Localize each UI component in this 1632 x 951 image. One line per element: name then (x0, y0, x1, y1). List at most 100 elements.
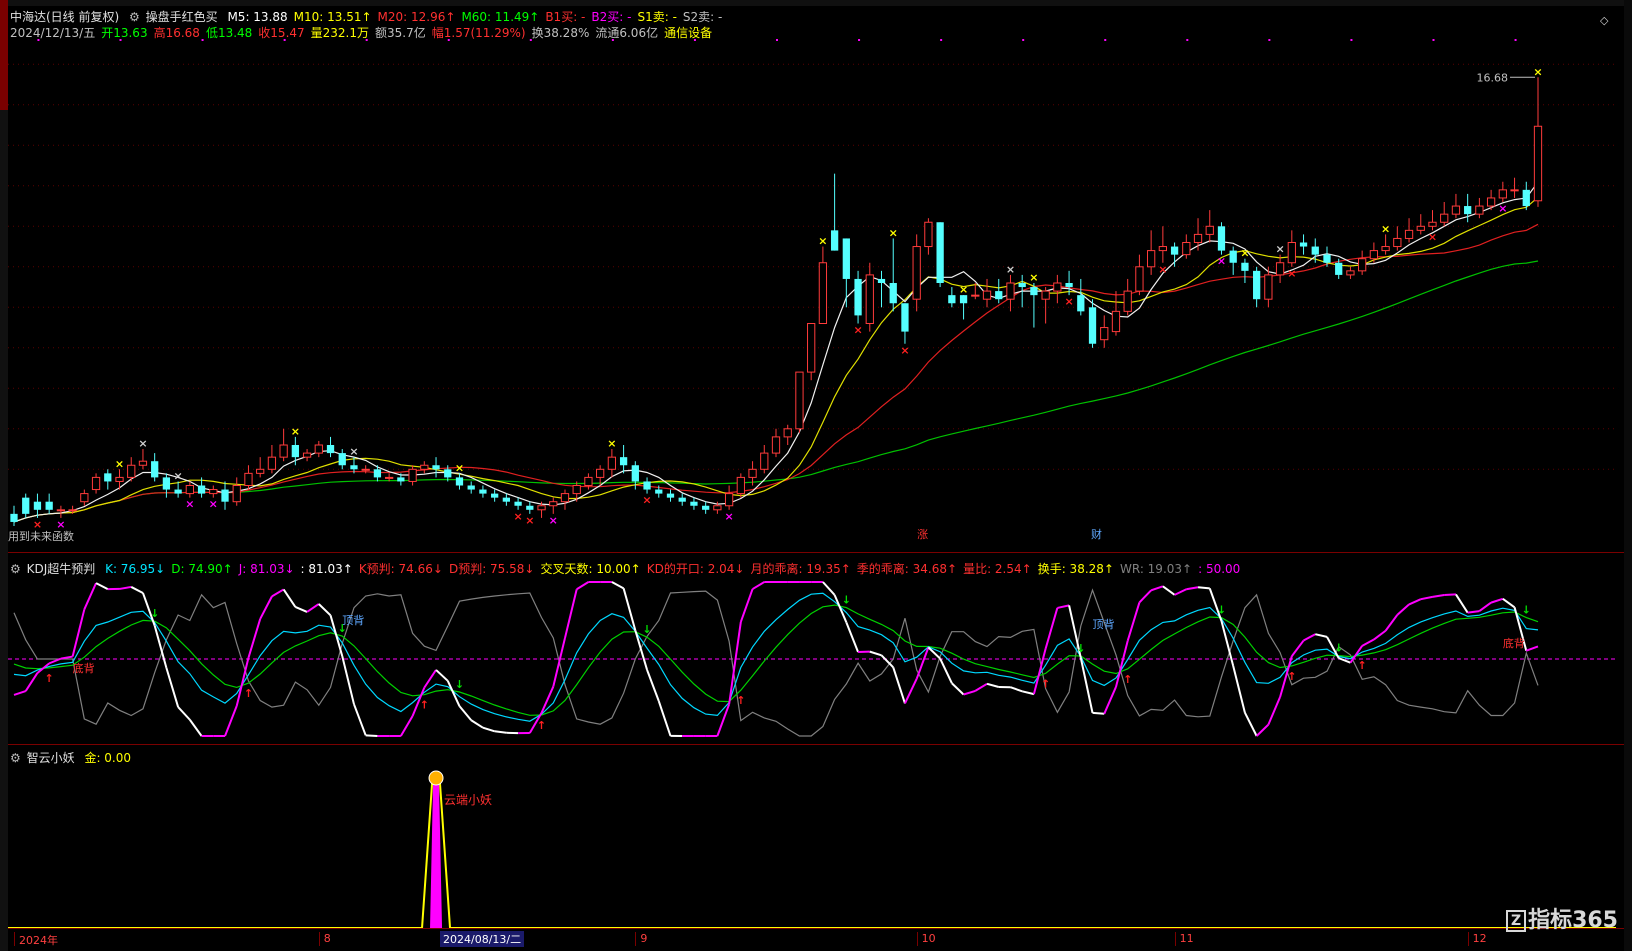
signal-x-icon: × (642, 494, 651, 507)
candle-body (1205, 225, 1214, 235)
kdj-j-segment (1150, 585, 1164, 592)
candle-body (1229, 250, 1237, 263)
zy-panel-name[interactable]: 智云小妖 (27, 751, 75, 765)
candle-body (1123, 290, 1132, 312)
panel-divider (8, 744, 1624, 745)
kdj-j-segment (282, 588, 297, 608)
signal-dot (1022, 39, 1025, 41)
candle-body (115, 476, 124, 482)
kdj-j-segment (494, 730, 507, 734)
candle-body (138, 460, 148, 466)
signal-x-icon: × (1498, 202, 1507, 215)
candle-body (1253, 270, 1261, 300)
kdj-j-segment (306, 603, 320, 613)
zy-chart[interactable]: 云端小妖 (8, 764, 1624, 934)
candle-body (420, 464, 429, 470)
candle-body (80, 493, 89, 503)
kdj-j-segment (869, 650, 882, 657)
candle-body (760, 452, 769, 470)
candle-body (1464, 206, 1472, 215)
kdj-j-segment (458, 705, 472, 721)
candle-body (432, 465, 440, 470)
signal-dot (529, 39, 532, 41)
kdj-j-segment (986, 682, 1000, 688)
candle-body (724, 493, 734, 507)
left-tab-active[interactable] (0, 0, 8, 110)
signal-x-icon: × (549, 514, 558, 527)
candle-body (174, 489, 182, 494)
candle-body (1369, 250, 1379, 260)
left-sidebar-strip (0, 0, 8, 951)
kdj-j-segment (1174, 588, 1187, 596)
top-divergence-label: 顶背 (1093, 617, 1115, 631)
kdj-j-segment (119, 585, 132, 590)
kdj-j-segment (95, 582, 109, 590)
signal-dot (201, 39, 204, 41)
candle-body (607, 456, 617, 470)
kdj-j-segment (399, 715, 414, 737)
candle-body (549, 501, 558, 507)
candle-body (619, 457, 628, 466)
future-function-note: 用到未来函数 (8, 530, 74, 543)
candle-body (1381, 246, 1390, 252)
candle-body (1486, 197, 1496, 207)
candlestick-chart[interactable]: ×××××××××××××××××× ×× ××××× ×××××× ××16.68涨财… (8, 6, 1624, 540)
candle-body (1217, 226, 1226, 251)
candle-body (514, 501, 522, 506)
candle-body (560, 493, 570, 503)
kdj-j-segment (259, 595, 273, 620)
kdj-j-segment (83, 582, 97, 610)
signal-x-icon: × (174, 469, 183, 482)
signal-dot (1432, 39, 1435, 41)
candle-body (1533, 125, 1543, 202)
cross-down-arrow-icon: ↓ (1217, 604, 1226, 617)
signal-dot (940, 39, 943, 41)
signal-x-icon: × (525, 514, 534, 527)
kdj-j-segment (611, 581, 625, 590)
settings-icon[interactable]: ⚙ (10, 751, 21, 765)
candle-body (162, 477, 171, 490)
candle-body (584, 476, 593, 486)
signal-x-icon: × (724, 510, 733, 523)
candle-body (666, 493, 675, 498)
kdj-j-segment (974, 682, 988, 692)
kdj-j-segment (1092, 711, 1105, 715)
kdj-j-segment (1197, 586, 1210, 590)
signal-x-icon: × (513, 510, 522, 523)
candle-body (1100, 327, 1109, 341)
kdj-j-segment (1444, 593, 1456, 596)
kdj-j-segment (1502, 598, 1516, 609)
candle-body (713, 505, 722, 511)
candle-body (678, 497, 686, 502)
candle-body (924, 221, 933, 248)
cross-down-arrow-icon: ↓ (455, 678, 464, 691)
cross-up-arrow-icon: ↑ (537, 719, 546, 732)
cross-down-arrow-icon: ↓ (1334, 642, 1343, 655)
candle-body (361, 468, 370, 471)
candle-body (1358, 258, 1367, 272)
kdj-d-line (13, 604, 1539, 716)
candle-body (1241, 262, 1249, 271)
candle-body (373, 469, 382, 478)
signal-dot (365, 39, 368, 41)
candle-body (302, 452, 312, 458)
candle-body (643, 481, 651, 490)
watermark-logo-icon: Z (1506, 910, 1527, 932)
kdj-j-segment (904, 678, 918, 704)
candle-body (350, 465, 358, 470)
candle-body (444, 469, 452, 478)
kdj-chart[interactable]: ↑↓↑↓↑↓↑↓↑↓↑↓↑↓↑↓↑↓底背底背顶背 顶背 (8, 574, 1624, 744)
candle-body (1510, 189, 1519, 192)
kdj-j-segment (1490, 597, 1504, 604)
candle-body (326, 445, 335, 454)
candle-body (1522, 189, 1530, 207)
ma10-line (13, 196, 1539, 523)
kdj-j-segment (1432, 593, 1445, 598)
diamond-icon: ◇ (1600, 14, 1609, 27)
kdj-j-segment (1455, 593, 1469, 614)
cross-down-arrow-icon: ↓ (1076, 642, 1085, 655)
candle-body (865, 274, 874, 324)
signal-x-icon: × (853, 324, 862, 337)
x-tick-label: 11 (1174, 932, 1194, 946)
kdj-j-segment (1244, 712, 1258, 737)
